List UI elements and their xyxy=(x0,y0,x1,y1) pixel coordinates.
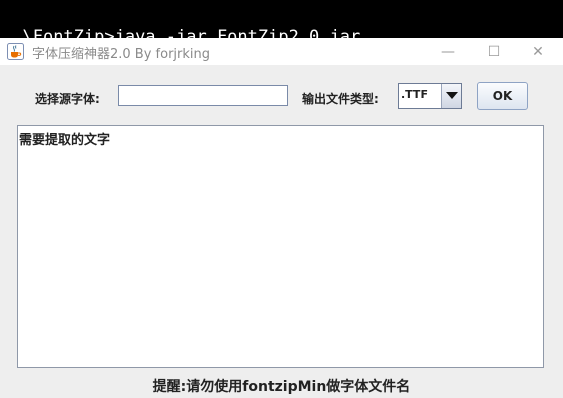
maximize-icon: ☐ xyxy=(487,43,501,60)
window-title: 字体压缩神器2.0 By forjrking xyxy=(32,47,211,62)
title-bar[interactable]: 字体压缩神器2.0 By forjrking — ☐ ✕ xyxy=(0,38,563,65)
java-coffee-icon xyxy=(7,43,24,60)
dropdown-arrow-button[interactable] xyxy=(441,84,461,108)
text-to-extract-area[interactable]: 需要提取的文字 xyxy=(17,125,544,368)
minimize-button[interactable]: — xyxy=(425,38,471,65)
close-icon: ✕ xyxy=(532,43,544,60)
close-button[interactable]: ✕ xyxy=(515,38,561,65)
output-type-select[interactable]: .TTF xyxy=(398,83,462,109)
minimize-icon: — xyxy=(441,43,455,60)
fontzip-window: 字体压缩神器2.0 By forjrking — ☐ ✕ 选择源字体: 输出文件… xyxy=(0,38,563,398)
source-font-input[interactable] xyxy=(118,85,288,106)
console-output: \FontZip>java -jar FontZip2.0.jar xyxy=(0,0,563,47)
source-font-label: 选择源字体: xyxy=(35,92,100,106)
maximize-button[interactable]: ☐ xyxy=(471,38,517,65)
ok-button[interactable]: OK xyxy=(477,82,528,110)
output-type-label: 输出文件类型: xyxy=(302,92,379,106)
output-type-value: .TTF xyxy=(401,88,428,101)
chevron-down-icon xyxy=(446,92,458,99)
hint-text: 提醒:请勿使用fontzipMin做字体文件名 xyxy=(152,379,411,395)
